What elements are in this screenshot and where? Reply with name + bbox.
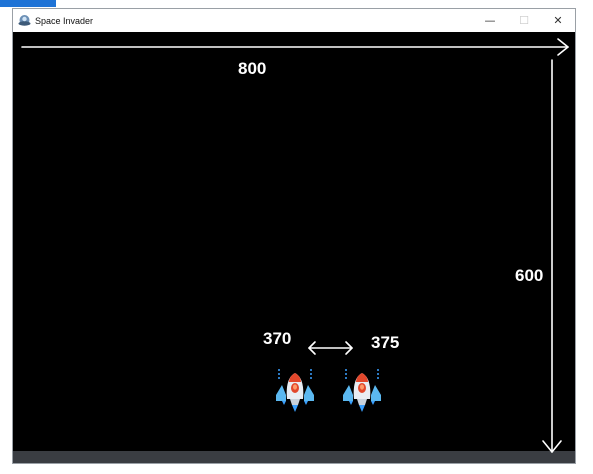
taskbar-accent	[0, 0, 56, 7]
close-button[interactable]: ✕	[541, 9, 575, 32]
minimize-button[interactable]: —	[473, 9, 507, 32]
window-title: Space Invader	[35, 15, 94, 26]
app-icon	[18, 15, 31, 26]
player-ship-icon	[276, 369, 314, 412]
height-label: 600	[515, 266, 544, 285]
window-controls: — ☐ ✕	[473, 9, 575, 32]
bottom-strip	[13, 451, 575, 463]
player-ship-icon	[343, 369, 381, 412]
left-position-label: 370	[263, 329, 292, 348]
width-label: 800	[238, 59, 267, 78]
maximize-button[interactable]: ☐	[507, 9, 541, 32]
right-position-label: 375	[371, 333, 400, 352]
title-bar[interactable]: Space Invader — ☐ ✕	[13, 9, 575, 32]
